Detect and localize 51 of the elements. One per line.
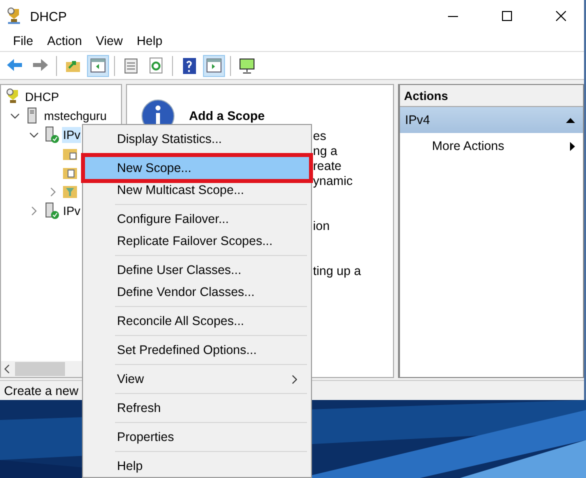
menu-item[interactable]: File <box>6 32 40 51</box>
section-label: IPv4 <box>405 113 430 127</box>
monitor-icon <box>238 56 256 74</box>
filter-icon <box>62 183 78 200</box>
menu-item[interactable]: Display Statistics... <box>85 128 309 150</box>
action-link[interactable]: More Actions <box>432 139 504 153</box>
actions-section[interactable]: IPv4 <box>400 107 583 133</box>
help-icon <box>180 56 198 74</box>
scrollbar-thumb[interactable] <box>15 362 65 376</box>
list-icon <box>122 56 140 74</box>
toolbar-button[interactable] <box>203 54 225 76</box>
tree-item[interactable]: IPv <box>62 202 82 218</box>
section-title: Add a Scope <box>189 109 265 123</box>
server-check-icon <box>43 202 59 219</box>
window-title: DHCP <box>30 8 68 24</box>
dhcp-icon <box>6 7 22 25</box>
tree-item[interactable]: mstechguru <box>43 108 108 124</box>
description-text: ng a <box>313 144 338 159</box>
menu-item[interactable]: Refresh <box>85 397 309 419</box>
description-text: ting up a <box>313 264 362 279</box>
toolbar-button[interactable] <box>87 54 109 76</box>
tree-item[interactable]: DHCP <box>24 88 60 104</box>
description-text: es <box>313 129 328 144</box>
menu-item[interactable]: New Scope... <box>85 157 309 179</box>
description-text: ion <box>313 219 331 234</box>
menu-item[interactable]: Action <box>40 32 89 51</box>
menu-item[interactable]: Replicate Failover Scopes... <box>85 230 309 252</box>
status-text: Create a new <box>3 383 80 400</box>
menu-item[interactable]: View <box>85 368 309 390</box>
menu-item[interactable]: View <box>88 32 130 51</box>
refresh-icon <box>147 56 165 74</box>
menu-item[interactable]: Help <box>130 32 170 51</box>
description-text: ynamic <box>313 174 354 189</box>
menu-item[interactable]: New Multicast Scope... <box>85 179 309 201</box>
menu-item[interactable]: Properties <box>85 426 309 448</box>
pane-icon <box>205 56 223 74</box>
menu-item[interactable]: Set Predefined Options... <box>85 339 309 361</box>
menu-item[interactable]: Reconcile All Scopes... <box>85 310 309 332</box>
actions-header: Actions <box>400 85 583 107</box>
server-check-icon <box>43 126 59 143</box>
menu-item[interactable]: Define Vendor Classes... <box>85 281 309 303</box>
close-icon <box>556 11 566 21</box>
tree-item[interactable]: IPv <box>62 126 82 142</box>
collapse-arrow-icon[interactable] <box>566 117 575 123</box>
menu-item[interactable]: Configure Failover... <box>85 208 309 230</box>
menu-item[interactable]: Help <box>85 455 309 477</box>
menu-item[interactable]: Define User Classes... <box>85 259 309 281</box>
description-text: reate <box>313 159 342 174</box>
dhcp-icon <box>5 88 21 105</box>
maximize-icon <box>502 11 512 21</box>
pane-icon <box>89 56 107 74</box>
